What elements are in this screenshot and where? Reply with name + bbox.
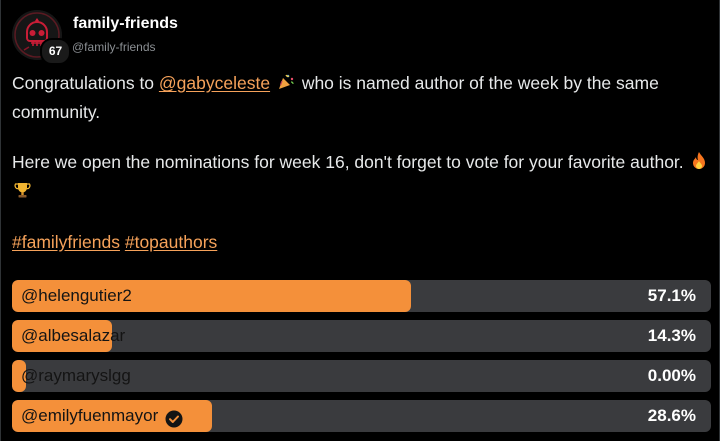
poll-option-percent: 0.00% (647, 366, 696, 385)
fire-icon (691, 151, 707, 178)
poll-option-label: @albesalazar (21, 326, 126, 345)
author-handle[interactable]: @family-friends (72, 40, 156, 54)
poll-option-percent: 57.1% (647, 286, 696, 305)
party-popper-icon (277, 72, 295, 99)
poll: @helengutier2 57.1% @albesalazar 14.3% @… (12, 280, 711, 440)
mention-link[interactable]: @gabyceleste (159, 73, 270, 93)
post-paragraph-1: Congratulations to @gabyceleste who is n… (12, 70, 712, 126)
poll-option-label: @emilyfuenmayor (21, 406, 159, 425)
hashtag-link[interactable]: #familyfriends (12, 232, 120, 252)
post-card: 67 family-friends @family-friends Congra… (0, 0, 720, 441)
poll-option[interactable]: @raymaryslgg 0.00% (12, 360, 711, 392)
post-hashtags: #familyfriends #topauthors (12, 229, 712, 256)
poll-option-label: @raymaryslgg (21, 366, 131, 385)
post-text-nominations: Here we open the nominations for week 16… (12, 152, 684, 172)
poll-option[interactable]: @albesalazar 14.3% (12, 320, 711, 352)
author-display-name[interactable]: family-friends (73, 15, 178, 33)
trophy-icon (14, 180, 31, 207)
level-badge: 67 (40, 38, 71, 65)
post-body: Congratulations to @gabyceleste who is n… (12, 70, 712, 256)
post-text-intro: Congratulations to (12, 73, 159, 93)
poll-option[interactable]: @emilyfuenmayor 28.6% (12, 400, 711, 432)
poll-option-percent: 14.3% (647, 326, 696, 345)
poll-option-percent: 28.6% (647, 406, 696, 425)
poll-option-label: @helengutier2 (21, 286, 132, 305)
verified-check-icon (165, 407, 183, 428)
hashtag-link[interactable]: #topauthors (125, 232, 217, 252)
poll-option[interactable]: @helengutier2 57.1% (12, 280, 711, 312)
post-paragraph-2: Here we open the nominations for week 16… (12, 149, 712, 207)
